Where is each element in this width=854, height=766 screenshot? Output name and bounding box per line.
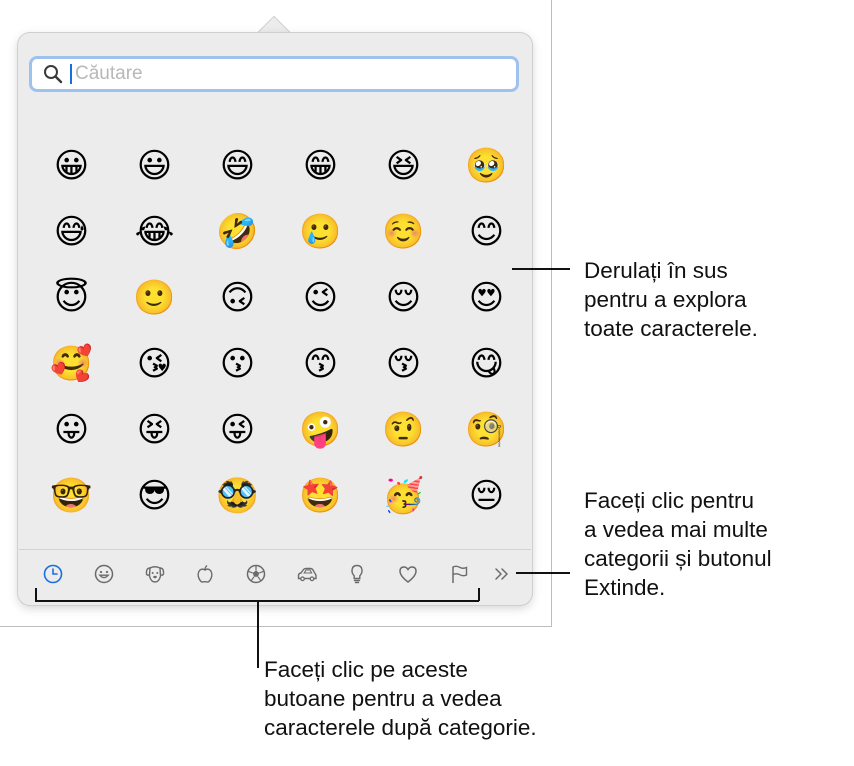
callout-scroll: Derulați în sus pentru a explora toate c… xyxy=(584,256,758,343)
category-bar xyxy=(28,556,516,592)
emoji-cell[interactable]: 😂 xyxy=(113,199,196,265)
smiley-icon xyxy=(93,563,115,585)
category-divider xyxy=(19,549,531,550)
tab-smileys-people[interactable] xyxy=(79,556,130,592)
emoji-cell[interactable]: 🤣 xyxy=(196,199,279,265)
clock-icon xyxy=(42,563,64,585)
tab-travel-places[interactable] xyxy=(281,556,332,592)
lightbulb-icon xyxy=(346,563,368,585)
emoji-cell[interactable]: 😜 xyxy=(196,397,279,463)
tab-frequently-used[interactable] xyxy=(28,556,79,592)
emoji-cell[interactable]: 🙂 xyxy=(113,265,196,331)
callout-scroll-line: toate caracterele. xyxy=(584,316,758,341)
search-icon xyxy=(40,61,66,87)
callout-categories-line: butoane pentru a vedea xyxy=(264,686,502,711)
tab-activity[interactable] xyxy=(231,556,282,592)
emoji-cell[interactable]: 🥳 xyxy=(362,463,445,529)
tab-animals-nature[interactable] xyxy=(129,556,180,592)
callout-more-line: categorii și butonul xyxy=(584,546,772,571)
emoji-cell[interactable]: 🤩 xyxy=(279,463,362,529)
emoji-cell[interactable]: 😛 xyxy=(30,397,113,463)
emoji-cell[interactable]: 😉 xyxy=(279,265,362,331)
callout-line-more xyxy=(516,572,570,574)
callout-categories: Faceți clic pe aceste butoane pentru a v… xyxy=(264,655,537,742)
emoji-cell[interactable]: 😊 xyxy=(445,199,528,265)
emoji-cell[interactable]: 🥰 xyxy=(30,331,113,397)
tab-symbols[interactable] xyxy=(383,556,434,592)
callout-bracket-left xyxy=(35,588,37,600)
popover-arrow xyxy=(257,9,291,35)
emoji-cell[interactable]: 😗 xyxy=(196,331,279,397)
callout-scroll-line: Derulați în sus xyxy=(584,258,728,283)
emoji-cell[interactable]: 😄 xyxy=(196,133,279,199)
callout-more-line: Extinde. xyxy=(584,575,666,600)
emoji-cell[interactable]: ☺️ xyxy=(362,199,445,265)
emoji-cell[interactable]: 🧐 xyxy=(445,397,528,463)
emoji-cell[interactable]: 😁 xyxy=(279,133,362,199)
double-chevron-right-icon xyxy=(491,563,513,585)
more-categories-button[interactable] xyxy=(488,556,516,592)
search-input[interactable] xyxy=(75,63,455,85)
car-icon xyxy=(296,563,318,585)
text-cursor xyxy=(70,64,72,84)
emoji-cell[interactable]: 😙 xyxy=(279,331,362,397)
emoji-cell[interactable]: 🤨 xyxy=(362,397,445,463)
callout-more: Faceți clic pentru a vedea mai multe cat… xyxy=(584,486,772,602)
emoji-cell[interactable]: 🥲 xyxy=(279,199,362,265)
emoji-cell[interactable]: 😎 xyxy=(113,463,196,529)
callout-scroll-line: pentru a explora xyxy=(584,287,747,312)
apple-icon xyxy=(194,563,216,585)
emoji-grid: 😀 😃 😄 😁 😆 🥹 😅 😂 🤣 🥲 ☺️ 😊 😇 🙂 🙃 😉 😌 😍 🥰 😘 😗 😙 😚 😋 😛 😝 😜 🤪 🤨 🧐 🤓 😎 🥸 🤩 🥳 😔 xyxy=(30,133,520,529)
tab-food-drink[interactable] xyxy=(180,556,231,592)
emoji-cell[interactable]: 😀 xyxy=(30,133,113,199)
callout-bracket-right xyxy=(478,588,480,601)
emoji-cell[interactable]: 🥹 xyxy=(445,133,528,199)
emoji-cell[interactable]: 😍 xyxy=(445,265,528,331)
emoji-cell[interactable]: 😚 xyxy=(362,331,445,397)
emoji-cell[interactable]: 🙃 xyxy=(196,265,279,331)
emoji-cell[interactable]: 😃 xyxy=(113,133,196,199)
tab-flags[interactable] xyxy=(434,556,485,592)
dog-icon xyxy=(144,563,166,585)
emoji-cell[interactable]: 😇 xyxy=(30,265,113,331)
callout-line-categories xyxy=(257,600,259,668)
emoji-cell[interactable]: 🥸 xyxy=(196,463,279,529)
callout-categories-line: Faceți clic pe aceste xyxy=(264,657,468,682)
callout-line-scroll xyxy=(512,268,570,270)
search-field[interactable] xyxy=(29,56,519,92)
tab-objects[interactable] xyxy=(332,556,383,592)
emoji-cell[interactable]: 😔 xyxy=(445,463,528,529)
emoji-cell[interactable]: 😘 xyxy=(113,331,196,397)
callout-more-line: a vedea mai multe xyxy=(584,517,768,542)
soccer-ball-icon xyxy=(245,563,267,585)
emoji-cell[interactable]: 😝 xyxy=(113,397,196,463)
emoji-cell[interactable]: 🤪 xyxy=(279,397,362,463)
heart-icon xyxy=(397,563,419,585)
emoji-cell[interactable]: 😋 xyxy=(445,331,528,397)
flag-icon xyxy=(448,563,470,585)
callout-more-line: Faceți clic pentru xyxy=(584,488,755,513)
emoji-cell[interactable]: 😌 xyxy=(362,265,445,331)
emoji-cell[interactable]: 😅 xyxy=(30,199,113,265)
emoji-cell[interactable]: 😆 xyxy=(362,133,445,199)
emoji-cell[interactable]: 🤓 xyxy=(30,463,113,529)
callout-categories-line: caracterele după categorie. xyxy=(264,715,537,740)
